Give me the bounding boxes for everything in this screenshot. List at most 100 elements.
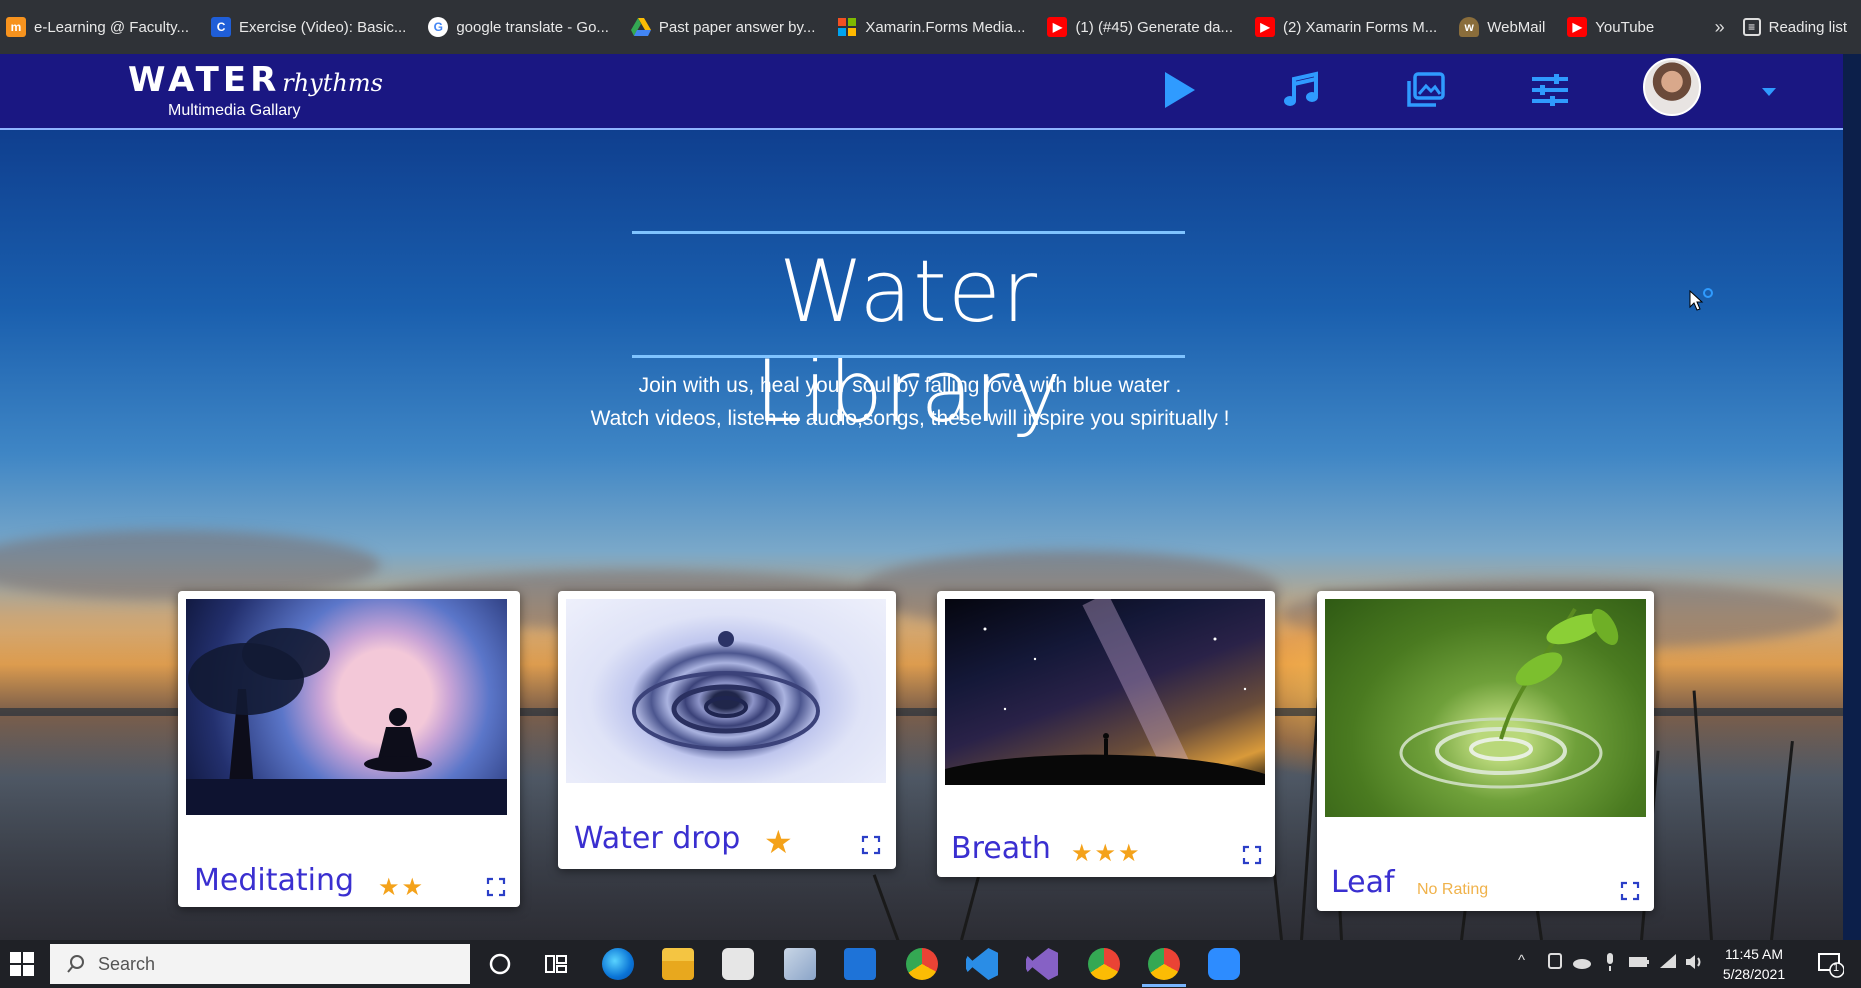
chrome-icon[interactable] bbox=[1088, 948, 1120, 980]
c-icon: C bbox=[211, 17, 232, 37]
microsoft-icon bbox=[837, 17, 857, 37]
sliders-icon bbox=[1532, 74, 1568, 106]
active-app-indicator bbox=[1142, 984, 1186, 987]
app-header: WATERrhythms Multimedia Gallary bbox=[0, 54, 1843, 130]
bookmark-label: (1) (#45) Generate da... bbox=[1075, 18, 1234, 36]
expand-icon[interactable] bbox=[1242, 845, 1262, 865]
google-icon: G bbox=[428, 17, 449, 37]
windows-taskbar: Search ^ 11:45 AM 5/28/2021 1 bbox=[0, 940, 1861, 988]
drive-icon bbox=[630, 17, 651, 37]
bookmark-google-translate[interactable]: G google translate - Go... bbox=[428, 17, 609, 37]
reading-list-icon: ≡ bbox=[1742, 18, 1761, 36]
volume-icon[interactable] bbox=[1684, 952, 1704, 972]
bookmark-webmail[interactable]: w WebMail bbox=[1459, 17, 1545, 37]
media-card-meditating[interactable]: Meditating ★★ bbox=[178, 591, 520, 907]
webmail-icon: w bbox=[1459, 17, 1480, 37]
bookmark-youtube-xamarin[interactable]: ▶ (2) Xamarin Forms M... bbox=[1255, 17, 1437, 37]
moodle-icon: m bbox=[6, 17, 26, 37]
card-title: Breath bbox=[951, 831, 1051, 866]
hero-section: Water Library Join with us, heal your so… bbox=[0, 130, 1843, 940]
chrome-icon[interactable] bbox=[906, 948, 938, 980]
card-image bbox=[186, 599, 507, 815]
task-view-icon[interactable] bbox=[540, 948, 572, 980]
app-logo[interactable]: WATERrhythms bbox=[128, 60, 383, 100]
bookmark-youtube[interactable]: ▶ YouTube bbox=[1567, 17, 1654, 37]
chevron-down-icon[interactable] bbox=[1762, 88, 1776, 96]
card-title: Water drop bbox=[574, 821, 741, 856]
bookmarks-more-button[interactable]: » bbox=[1715, 17, 1725, 38]
visual-studio-icon[interactable] bbox=[1026, 948, 1058, 980]
taskbar-search[interactable]: Search bbox=[50, 944, 470, 984]
search-icon bbox=[67, 955, 84, 973]
star-rating: ★ bbox=[764, 824, 795, 860]
notification-count: 1 bbox=[1833, 962, 1840, 974]
title-top-rule bbox=[632, 231, 1185, 234]
music-note-icon bbox=[1284, 71, 1318, 106]
nav-video-button[interactable] bbox=[1157, 68, 1201, 112]
bookmark-elearning[interactable]: m e-Learning @ Faculty... bbox=[6, 17, 189, 37]
card-title: Leaf bbox=[1331, 865, 1395, 900]
cortana-icon[interactable] bbox=[484, 948, 516, 980]
logo-main-text: WATER bbox=[128, 60, 281, 100]
card-image bbox=[945, 599, 1265, 785]
system-clock[interactable]: 11:45 AM 5/28/2021 bbox=[1717, 944, 1791, 984]
bookmark-label: WebMail bbox=[1487, 18, 1546, 36]
user-avatar[interactable] bbox=[1643, 58, 1701, 116]
hero-tagline-2: Watch videos, listen to audio,songs, the… bbox=[590, 407, 1230, 430]
youtube-icon: ▶ bbox=[1567, 17, 1588, 37]
edge-browser-icon[interactable] bbox=[602, 948, 634, 980]
bookmark-exercise[interactable]: C Exercise (Video): Basic... bbox=[211, 17, 406, 37]
expand-icon[interactable] bbox=[861, 835, 881, 855]
nav-settings-button[interactable] bbox=[1528, 68, 1572, 112]
chrome-icon[interactable] bbox=[1148, 948, 1180, 980]
clock-date: 5/28/2021 bbox=[1722, 966, 1786, 982]
media-card-water-drop[interactable]: Water drop ★ bbox=[558, 591, 896, 869]
bookmark-label: Xamarin.Forms Media... bbox=[865, 18, 1026, 36]
star-rating: ★★★ bbox=[1071, 840, 1142, 867]
bookmarks-bar: m e-Learning @ Faculty... C Exercise (Vi… bbox=[0, 0, 1861, 54]
expand-icon[interactable] bbox=[486, 877, 506, 897]
notification-icon bbox=[1818, 953, 1845, 978]
media-card-leaf[interactable]: Leaf No Rating bbox=[1317, 591, 1654, 911]
logo-subtitle: Multimedia Gallary bbox=[168, 102, 301, 119]
bookmark-xamarin-media[interactable]: Xamarin.Forms Media... bbox=[837, 17, 1025, 37]
reading-list-button[interactable]: ≡ Reading list bbox=[1742, 18, 1847, 36]
mail-icon[interactable] bbox=[844, 948, 876, 980]
reading-list-label: Reading list bbox=[1768, 18, 1847, 36]
clock-time: 11:45 AM bbox=[1724, 946, 1784, 962]
logo-script-text: rhythms bbox=[282, 69, 383, 97]
vscode-icon[interactable] bbox=[966, 948, 998, 980]
youtube-icon: ▶ bbox=[1255, 17, 1276, 37]
network-icon[interactable] bbox=[1546, 952, 1564, 972]
youtube-icon: ▶ bbox=[1047, 17, 1068, 37]
card-image bbox=[566, 599, 886, 783]
nav-gallery-button[interactable] bbox=[1404, 68, 1448, 112]
photo-library-icon bbox=[1407, 72, 1445, 107]
store-icon[interactable] bbox=[722, 948, 754, 980]
nav-audio-button[interactable] bbox=[1279, 68, 1323, 112]
card-image bbox=[1325, 599, 1646, 817]
wifi-icon[interactable] bbox=[1658, 952, 1678, 972]
bookmark-label: Exercise (Video): Basic... bbox=[239, 18, 407, 36]
play-icon bbox=[1165, 72, 1195, 108]
action-center-button[interactable]: 1 bbox=[1816, 950, 1845, 978]
bookmark-label: google translate - Go... bbox=[456, 18, 609, 36]
windows-start-icon[interactable] bbox=[8, 950, 36, 978]
expand-icon[interactable] bbox=[1620, 881, 1640, 901]
battery-icon[interactable] bbox=[1628, 952, 1650, 972]
media-card-breath[interactable]: Breath ★★★ bbox=[937, 591, 1275, 877]
zoom-icon[interactable] bbox=[1208, 948, 1240, 980]
microphone-icon[interactable] bbox=[1602, 952, 1618, 972]
bookmark-label: e-Learning @ Faculty... bbox=[34, 18, 190, 36]
title-bottom-rule bbox=[632, 355, 1185, 358]
onedrive-icon[interactable] bbox=[1572, 952, 1592, 972]
star-rating: ★★ bbox=[378, 874, 426, 901]
bookmark-label: Past paper answer by... bbox=[658, 18, 816, 36]
notes-app-icon[interactable] bbox=[784, 948, 816, 980]
bookmark-youtube-generate[interactable]: ▶ (1) (#45) Generate da... bbox=[1047, 17, 1233, 37]
card-title: Meditating bbox=[194, 863, 355, 898]
mouse-cursor-icon bbox=[1689, 288, 1713, 311]
chevron-up-icon[interactable]: ^ bbox=[1518, 952, 1525, 969]
file-explorer-icon[interactable] bbox=[662, 948, 694, 980]
bookmark-past-paper[interactable]: Past paper answer by... bbox=[630, 17, 816, 37]
